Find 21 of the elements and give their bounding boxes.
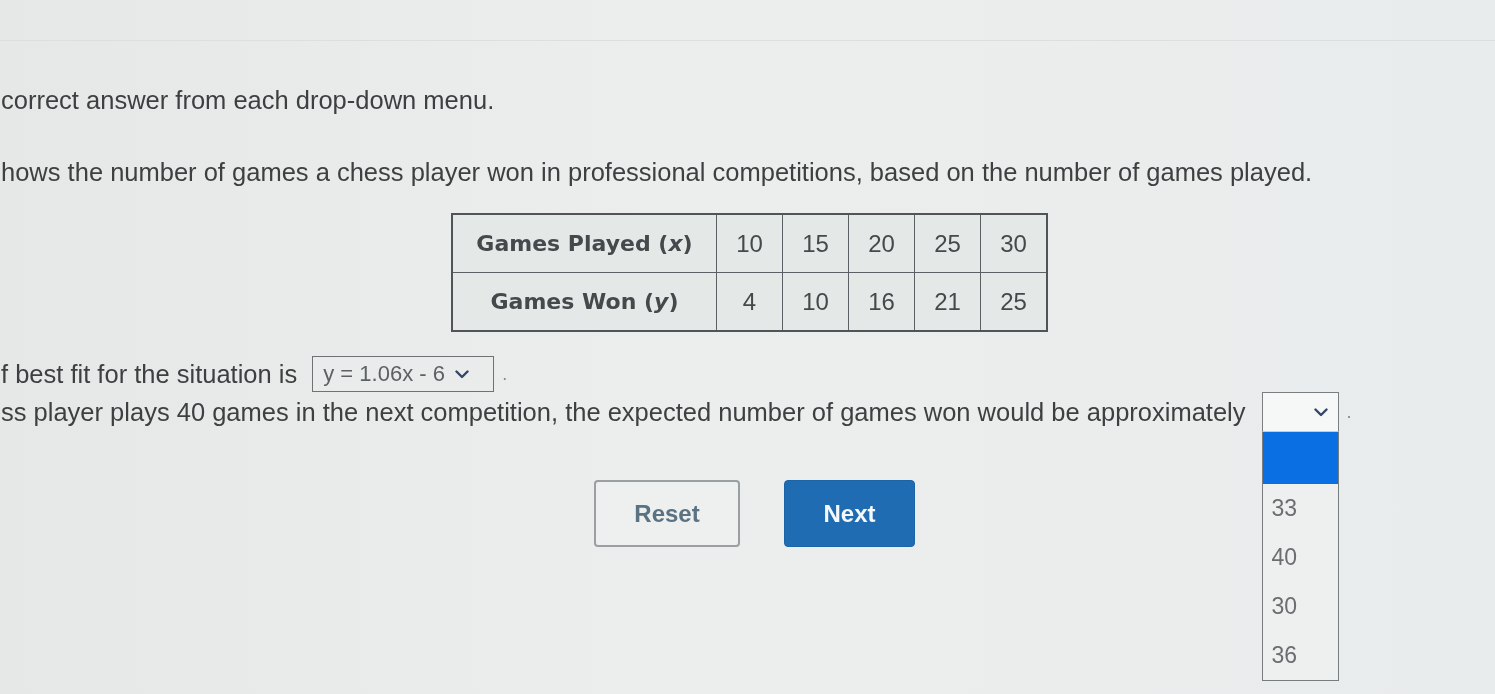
question-text: ss player plays 40 games in the next competition, the expected number of games won would be approximately bbox=[0, 397, 1246, 427]
table-cell: 10 bbox=[716, 214, 783, 273]
dropdown-option[interactable]: 33 bbox=[1262, 484, 1338, 533]
question-text: f best fit for the situation is bbox=[0, 359, 298, 389]
table-cell: 25 bbox=[914, 214, 981, 273]
instruction-text: correct answer from each drop-down menu. bbox=[0, 85, 495, 115]
reset-button[interactable]: Reset bbox=[594, 480, 740, 547]
answer-dropdown[interactable] bbox=[1261, 392, 1339, 432]
intro-text: hows the number of games a chess player won in professional competitions, based on the number of games played. bbox=[0, 157, 1313, 187]
chevron-down-icon bbox=[454, 369, 469, 379]
dropdown-option[interactable]: 30 bbox=[1262, 582, 1338, 631]
table-cell: 15 bbox=[782, 214, 849, 273]
dropdown-option[interactable]: 40 bbox=[1262, 533, 1338, 582]
period-text: . bbox=[502, 363, 508, 385]
table-cell: 20 bbox=[848, 214, 915, 273]
chevron-down-icon bbox=[1313, 407, 1328, 417]
table-header-cell: Games Played (x) bbox=[452, 214, 717, 273]
answer-dropdown[interactable]: y = 1.06x - 6 bbox=[312, 356, 495, 392]
dropdown-option[interactable]: 36 bbox=[1262, 631, 1338, 680]
next-button[interactable]: Next bbox=[784, 480, 915, 547]
period-text: . bbox=[1346, 401, 1352, 423]
